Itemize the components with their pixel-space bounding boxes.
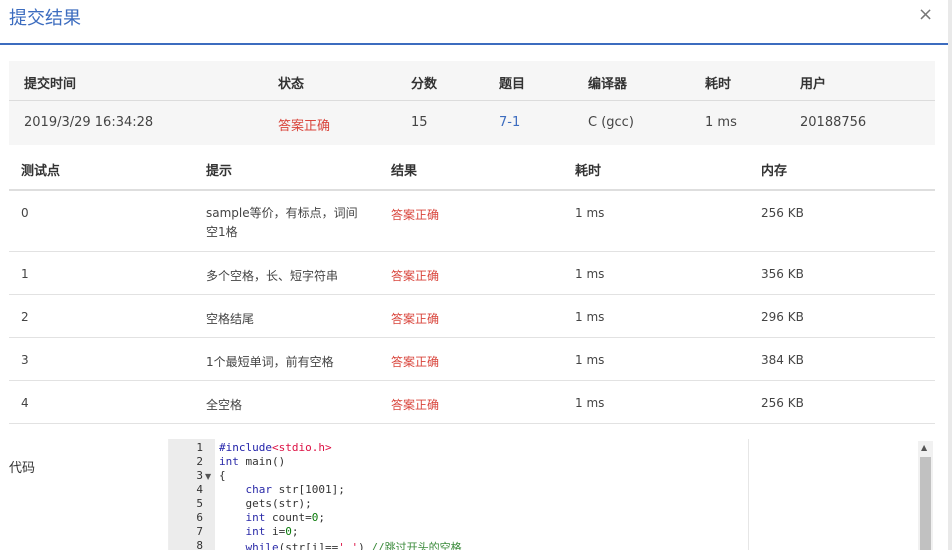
time-value: 1 ms xyxy=(705,115,737,130)
code-editor[interactable]: 1 2 3 ▼ 4 5 6 7 8 #include<stdio.h> int … xyxy=(168,439,934,550)
case-id: 0 xyxy=(21,206,29,220)
scroll-up-icon[interactable]: ▲ xyxy=(921,443,927,452)
header-status: 状态 xyxy=(278,77,305,92)
code-line: { xyxy=(219,469,226,482)
case-hint: sample等价，有标点，词间空1格 xyxy=(206,206,358,239)
print-margin xyxy=(748,439,749,550)
header-time: 耗时 xyxy=(705,77,732,92)
score-value: 15 xyxy=(411,115,428,130)
page-scrollbar[interactable] xyxy=(948,0,952,550)
scroll-thumb[interactable] xyxy=(920,457,931,550)
user-value: 20188756 xyxy=(800,115,867,130)
case-id: 3 xyxy=(21,353,29,367)
case-id: 2 xyxy=(21,310,29,324)
header-hint: 提示 xyxy=(206,164,233,179)
table-row: 4 全空格 答案正确 1 ms 256 KB xyxy=(9,381,935,424)
header-score: 分数 xyxy=(411,77,438,92)
line-number: 4 xyxy=(196,483,203,496)
submission-summary: 提交时间 状态 分数 题目 编译器 耗时 用户 2019/3/29 16:34:… xyxy=(9,61,935,145)
header-submit-time: 提交时间 xyxy=(24,77,77,92)
case-hint: 空格结尾 xyxy=(206,312,255,326)
table-row: 3 1个最短单词，前有空格 答案正确 1 ms 384 KB xyxy=(9,338,935,381)
line-number: 8 xyxy=(196,539,203,550)
header-user: 用户 xyxy=(800,77,827,92)
case-time: 1 ms xyxy=(575,267,605,281)
code-line: int count=0; xyxy=(245,511,325,524)
line-number: 3 xyxy=(196,469,203,482)
line-number: 7 xyxy=(196,525,203,538)
case-hint: 1个最短单词，前有空格 xyxy=(206,355,334,369)
line-number: 6 xyxy=(196,511,203,524)
line-number: 1 xyxy=(196,441,203,454)
code-line: int i=0; xyxy=(245,525,299,538)
problem-link[interactable]: 7-1 xyxy=(499,115,520,130)
close-icon[interactable]: × xyxy=(918,4,933,25)
case-memory: 256 KB xyxy=(761,396,804,410)
line-number: 2 xyxy=(196,455,203,468)
case-id: 1 xyxy=(21,267,29,281)
code-line: while(str[i]==' ') //跳过开头的空格 xyxy=(245,541,462,550)
submit-time: 2019/3/29 16:34:28 xyxy=(24,115,154,130)
code-line: int main() xyxy=(219,455,286,468)
header-compiler: 编译器 xyxy=(588,77,628,92)
code-line: gets(str); xyxy=(219,497,312,510)
case-memory: 256 KB xyxy=(761,206,804,220)
fold-arrow-icon[interactable]: ▼ xyxy=(205,472,211,481)
header-case-id: 测试点 xyxy=(21,164,61,179)
header-memory: 内存 xyxy=(761,164,788,179)
case-result: 答案正确 xyxy=(391,355,440,369)
code-scrollbar[interactable]: ▲ xyxy=(918,441,933,550)
compiler-value: C (gcc) xyxy=(588,115,634,130)
code-label: 代码 xyxy=(9,461,36,476)
table-row: 2 空格结尾 答案正确 1 ms 296 KB xyxy=(9,295,935,338)
testcase-header-row: 测试点 提示 结果 耗时 内存 xyxy=(9,145,935,191)
table-row: 1 多个空格，长、短字符串 答案正确 1 ms 356 KB xyxy=(9,252,935,295)
case-result: 答案正确 xyxy=(391,208,440,222)
status-badge: 答案正确 xyxy=(278,119,331,134)
case-time: 1 ms xyxy=(575,396,605,410)
case-id: 4 xyxy=(21,396,29,410)
case-hint: 全空格 xyxy=(206,398,243,412)
table-row: 0 sample等价，有标点，词间空1格 答案正确 1 ms 256 KB xyxy=(9,191,935,252)
line-number-gutter: 1 2 3 ▼ 4 5 6 7 8 xyxy=(169,439,215,550)
case-time: 1 ms xyxy=(575,206,605,220)
code-line: char str[1001]; xyxy=(245,483,345,496)
code-line: #include<stdio.h> xyxy=(219,441,332,454)
case-memory: 384 KB xyxy=(761,353,804,367)
case-result: 答案正确 xyxy=(391,312,440,326)
testcase-table: 测试点 提示 结果 耗时 内存 0 sample等价，有标点，词间空1格 答案正… xyxy=(9,145,935,424)
header-result: 结果 xyxy=(391,164,418,179)
case-memory: 356 KB xyxy=(761,267,804,281)
modal-header: 提交结果 × xyxy=(0,0,948,45)
summary-header-row: 提交时间 状态 分数 题目 编译器 耗时 用户 xyxy=(9,61,935,101)
header-time: 耗时 xyxy=(575,164,602,179)
case-result: 答案正确 xyxy=(391,269,440,283)
case-time: 1 ms xyxy=(575,310,605,324)
case-hint: 多个空格，长、短字符串 xyxy=(206,269,339,283)
header-problem: 题目 xyxy=(499,77,526,92)
line-number: 5 xyxy=(196,497,203,510)
case-time: 1 ms xyxy=(575,353,605,367)
case-result: 答案正确 xyxy=(391,398,440,412)
case-memory: 296 KB xyxy=(761,310,804,324)
modal-title: 提交结果 xyxy=(9,8,81,29)
